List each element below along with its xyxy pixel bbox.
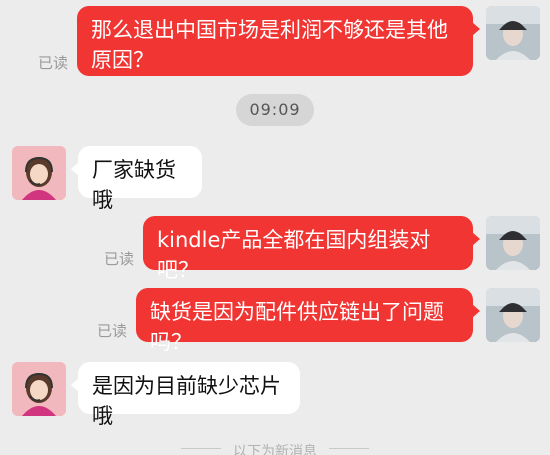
message-bubble-outgoing[interactable]: kindle产品全都在国内组装对吧？ [143,216,480,282]
user-avatar-cap-icon [486,216,540,270]
message-bubble-incoming[interactable]: 厂家缺货哦 [71,146,202,212]
support-agent-headset-icon [12,146,66,200]
contact-avatar[interactable] [12,146,66,200]
message-bubble-incoming[interactable]: 是因为目前缺少芯片哦 [71,362,300,428]
chat-window: 那么退出中国市场是利润不够还是其他原因？ 已读 09:09 厂家缺货哦 kind… [0,0,550,455]
divider-label: 以下为新消息 [233,444,317,455]
user-avatar-cap-icon [486,6,540,60]
divider-line-left [181,447,221,449]
message-text: 那么退出中国市场是利润不够还是其他原因？ [91,18,448,72]
read-receipt: 已读 [97,322,128,340]
message-text: 缺货是因为配件供应链出了问题吗？ [150,300,444,354]
message-text: kindle产品全都在国内组装对吧？ [157,228,431,282]
message-text: 厂家缺货哦 [92,158,176,212]
message-bubble-outgoing[interactable]: 那么退出中国市场是利润不够还是其他原因？ [77,6,480,76]
new-messages-divider: 以下为新消息 [0,438,550,455]
self-avatar[interactable] [486,216,540,270]
self-avatar[interactable] [486,6,540,60]
user-avatar-cap-icon [486,288,540,342]
support-agent-headset-icon [12,362,66,416]
read-receipt: 已读 [38,54,69,72]
message-bubble-outgoing[interactable]: 缺货是因为配件供应链出了问题吗？ [136,288,480,354]
divider-line-right [329,447,369,449]
timestamp-pill: 09:09 [236,94,314,126]
contact-avatar[interactable] [12,362,66,416]
message-text: 是因为目前缺少芯片哦 [92,374,281,428]
read-receipt: 已读 [104,250,135,268]
self-avatar[interactable] [486,288,540,342]
